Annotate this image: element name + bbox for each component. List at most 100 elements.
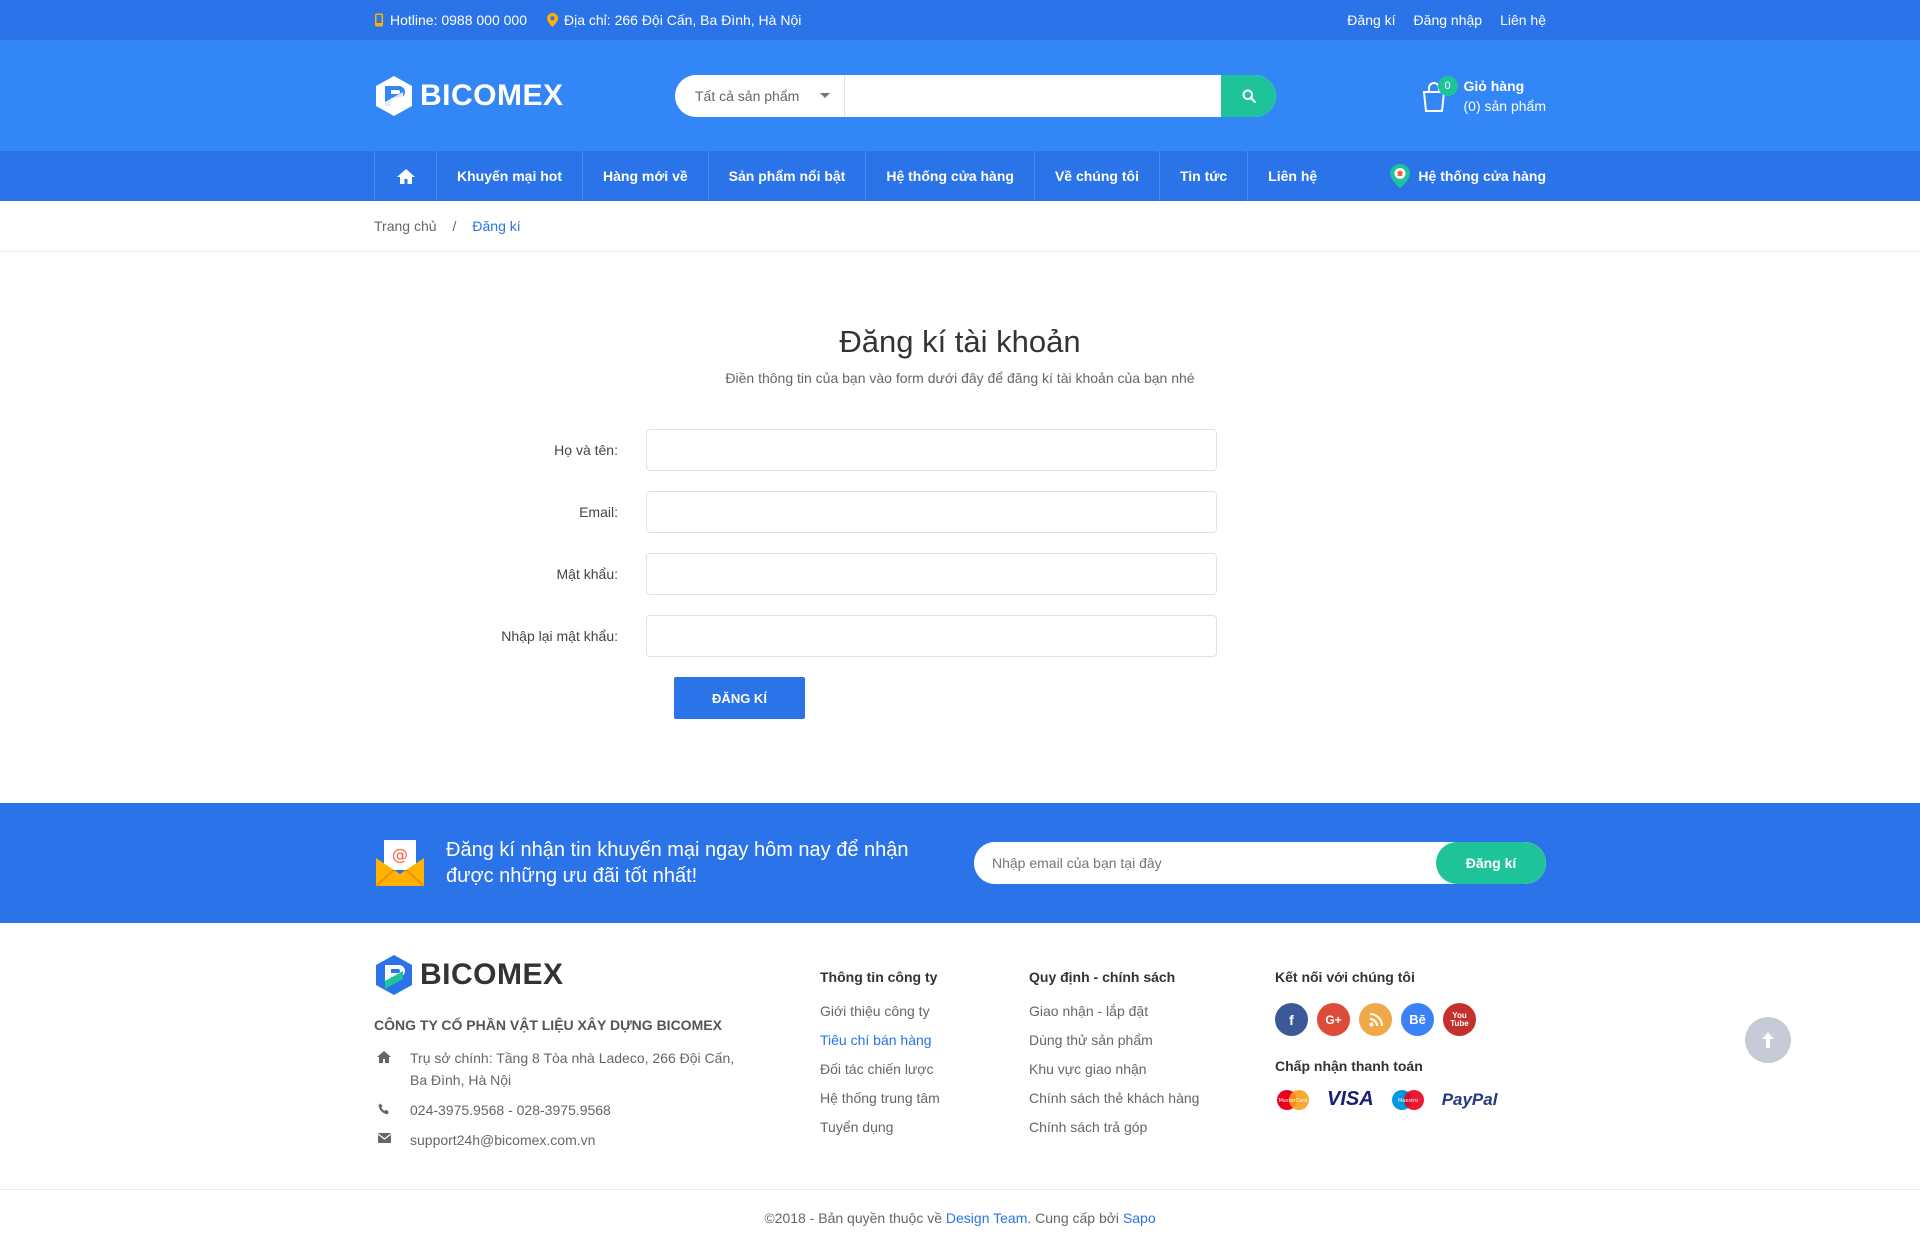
footer-address: Trụ sở chính: Tầng 8 Tòa nhà Ladeco, 266… xyxy=(374,1047,820,1091)
hotline-text: Hotline: 0988 000 000 xyxy=(390,12,527,28)
address-text: Địa chỉ: 266 Đội Cấn, Ba Đình, Hà Nội xyxy=(564,12,802,28)
breadcrumb-home[interactable]: Trang chủ xyxy=(374,218,437,234)
password-input[interactable] xyxy=(646,553,1217,595)
phone-icon xyxy=(378,1103,389,1115)
logo[interactable]: BICOMEX xyxy=(374,74,675,118)
footer-link[interactable]: Giới thiệu công ty xyxy=(820,1003,1029,1019)
register-form: Họ và tên: Email: Mật khẩu: Nhập lại mật… xyxy=(0,429,1920,719)
svg-text:@: @ xyxy=(392,845,408,864)
newsletter-section: @ Đăng kí nhận tin khuyến mại ngay hôm n… xyxy=(0,803,1920,923)
visa-logo: VISA xyxy=(1327,1088,1374,1110)
footer-logo[interactable]: BICOMEX xyxy=(374,953,820,997)
maestro-label: Maestro xyxy=(1398,1098,1418,1104)
store-system-label: Hệ thống cửa hàng xyxy=(1418,168,1546,184)
location-pin-icon xyxy=(1390,164,1411,188)
copyright-prefix: ©2018 - Bản quyền thuộc về xyxy=(764,1210,946,1226)
nav-item-new-arrivals[interactable]: Hàng mới về xyxy=(583,151,709,201)
chevron-down-icon xyxy=(820,93,830,98)
footer-policies: Quy định - chính sách Giao nhận - lắp đặ… xyxy=(1029,953,1275,1159)
sapo-link[interactable]: Sapo xyxy=(1123,1210,1156,1226)
arrow-up-icon xyxy=(1762,1032,1774,1048)
cart-icon-wrap: 0 xyxy=(1418,75,1458,114)
footer-link[interactable]: Tuyển dụng xyxy=(820,1119,1029,1135)
nav-item-news[interactable]: Tin tức xyxy=(1160,151,1249,201)
search-button[interactable] xyxy=(1221,74,1276,117)
footer-address-text: Trụ sở chính: Tầng 8 Tòa nhà Ladeco, 266… xyxy=(410,1050,735,1088)
confirm-password-label: Nhập lại mật khẩu: xyxy=(501,628,618,644)
footer-email-text: support24h@bicomex.com.vn xyxy=(410,1132,596,1148)
contact-link[interactable]: Liên hệ xyxy=(1500,12,1546,28)
address: Địa chỉ: 266 Đội Cấn, Ba Đình, Hà Nội xyxy=(547,12,801,28)
email-input[interactable] xyxy=(646,491,1217,533)
email-label: Email: xyxy=(579,504,618,520)
search-input[interactable] xyxy=(845,74,1221,117)
search-icon xyxy=(1242,89,1256,103)
footer-link[interactable]: Khu vực giao nhận xyxy=(1029,1061,1275,1077)
logo-icon xyxy=(376,75,412,116)
footer-link[interactable]: Đối tác chiến lược xyxy=(820,1061,1029,1077)
paypal-logo: PayPal xyxy=(1441,1089,1498,1109)
main-nav: Khuyến mại hot Hàng mới về Sản phẩm nổi … xyxy=(0,151,1920,201)
footer-link[interactable]: Dùng thử sản phẩm xyxy=(1029,1032,1275,1048)
company-name: CÔNG TY CỔ PHẦN VẬT LIỆU XÂY DỰNG BICOME… xyxy=(374,1017,722,1033)
footer-link[interactable]: Hệ thống trung tâm xyxy=(820,1090,1029,1106)
login-link[interactable]: Đăng nhập xyxy=(1414,12,1483,28)
nav-item-stores[interactable]: Hệ thống cửa hàng xyxy=(866,151,1035,201)
footer-link[interactable]: Chính sách thẻ khách hàng xyxy=(1029,1090,1275,1106)
category-select[interactable]: Tất cả sản phẩm xyxy=(675,74,845,117)
nav-item-featured[interactable]: Sản phẩm nổi bật xyxy=(709,151,867,201)
youtube-icon[interactable]: You Tube xyxy=(1443,1003,1476,1036)
footer-link[interactable]: Tiêu chí bán hàng xyxy=(820,1032,1029,1048)
category-label: Tất cả sản phẩm xyxy=(695,87,800,104)
cart-items: (0) sản phẩm xyxy=(1463,97,1546,114)
logo-icon xyxy=(376,955,412,995)
cart[interactable]: 0 Giỏ hàng (0) sản phẩm xyxy=(1418,75,1546,114)
newsletter-email-input[interactable] xyxy=(974,842,1436,884)
facebook-icon[interactable]: f xyxy=(1275,1003,1308,1036)
register-link[interactable]: Đăng kí xyxy=(1347,12,1395,28)
footer-social: Kết nối với chúng tôi f G+ Bē You Tube Ch… xyxy=(1275,953,1497,1159)
footer-payment-title: Chấp nhận thanh toán xyxy=(1275,1058,1423,1074)
envelope-icon: @ xyxy=(375,840,425,887)
rss-icon[interactable] xyxy=(1359,1003,1392,1036)
cart-count-badge: 0 xyxy=(1437,75,1458,96)
footer-col1-title: Thông tin công ty xyxy=(820,969,938,985)
mastercard-label: MasterCard xyxy=(1279,1098,1308,1104)
register-button[interactable]: ĐĂNG KÍ xyxy=(674,677,805,719)
copyright: ©2018 - Bản quyền thuộc về Design Team. … xyxy=(0,1190,1920,1226)
nav-item-promotion[interactable]: Khuyến mại hot xyxy=(437,151,584,201)
logo-text: BICOMEX xyxy=(420,78,564,112)
fullname-label: Họ và tên: xyxy=(554,442,618,458)
behance-icon[interactable]: Bē xyxy=(1401,1003,1434,1036)
footer-link[interactable]: Giao nhận - lắp đặt xyxy=(1029,1003,1275,1019)
copyright-middle: . Cung cấp bởi xyxy=(1027,1210,1123,1226)
footer-link[interactable]: Chính sách trả góp xyxy=(1029,1119,1275,1135)
nav-item-about[interactable]: Về chúng tôi xyxy=(1035,151,1160,201)
search-bar: Tất cả sản phẩm xyxy=(675,74,1276,117)
newsletter-subscribe-button[interactable]: Đăng kí xyxy=(1436,842,1546,884)
footer-social-title: Kết nối với chúng tôi xyxy=(1275,969,1415,985)
store-system-link[interactable]: Hệ thống cửa hàng xyxy=(1390,164,1546,188)
footer-col2-title: Quy định - chính sách xyxy=(1029,969,1176,985)
breadcrumb-separator: / xyxy=(452,218,457,234)
footer-company-info: Thông tin công ty Giới thiệu công ty Tiê… xyxy=(820,953,1029,1159)
page-subtitle: Điền thông tin của bạn vào form dưới đây… xyxy=(725,370,1195,386)
page-title: Đăng kí tài khoản xyxy=(839,324,1081,359)
header: BICOMEX Tất cả sản phẩm 0 Giỏ hàng (0) s… xyxy=(0,40,1920,151)
newsletter-text: Đăng kí nhận tin khuyến mại ngay hôm nay… xyxy=(446,839,909,887)
back-to-top-button[interactable] xyxy=(1745,1017,1791,1063)
confirm-password-input[interactable] xyxy=(646,615,1217,657)
nav-home[interactable] xyxy=(374,151,437,201)
register-section: Đăng kí tài khoản Điền thông tin của bạn… xyxy=(0,252,1920,803)
footer: BICOMEX CÔNG TY CỔ PHẦN VẬT LIỆU XÂY DỰN… xyxy=(0,923,1920,1190)
design-team-link[interactable]: Design Team xyxy=(946,1210,1027,1226)
newsletter-form: Đăng kí xyxy=(974,842,1546,884)
map-pin-icon xyxy=(547,13,558,27)
nav-item-contact[interactable]: Liên hệ xyxy=(1248,151,1337,201)
phone-icon xyxy=(375,13,383,27)
hotline: Hotline: 0988 000 000 xyxy=(374,12,527,28)
breadcrumb-current: Đăng kí xyxy=(472,218,521,234)
envelope-icon xyxy=(377,1133,391,1143)
fullname-input[interactable] xyxy=(646,429,1217,471)
google-plus-icon[interactable]: G+ xyxy=(1317,1003,1350,1036)
